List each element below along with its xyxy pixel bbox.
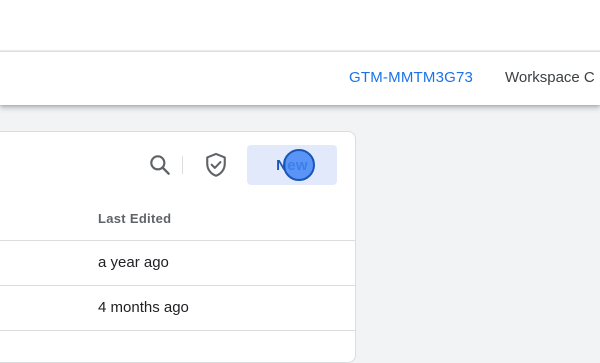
tags-card: New Last Edited a year ago 4 months ago xyxy=(0,131,356,363)
workspace-label[interactable]: Workspace C xyxy=(505,69,595,86)
search-icon[interactable] xyxy=(147,152,173,178)
top-app-bar xyxy=(0,0,600,50)
new-button[interactable]: New xyxy=(247,145,337,185)
toolbar-divider xyxy=(182,156,183,174)
column-header-last-edited[interactable]: Last Edited xyxy=(98,211,171,226)
shield-check-icon[interactable] xyxy=(202,151,230,179)
last-edited-cell: 4 months ago xyxy=(98,299,189,316)
table-row[interactable]: a year ago xyxy=(0,241,355,286)
container-id-link[interactable]: GTM-MMTM3G73 xyxy=(349,69,473,86)
table-header: Last Edited xyxy=(0,198,355,241)
card-toolbar: New xyxy=(0,132,355,198)
last-edited-cell: a year ago xyxy=(98,254,169,271)
table-row[interactable]: 4 months ago xyxy=(0,286,355,331)
container-header: GTM-MMTM3G73 Workspace C xyxy=(0,51,600,105)
